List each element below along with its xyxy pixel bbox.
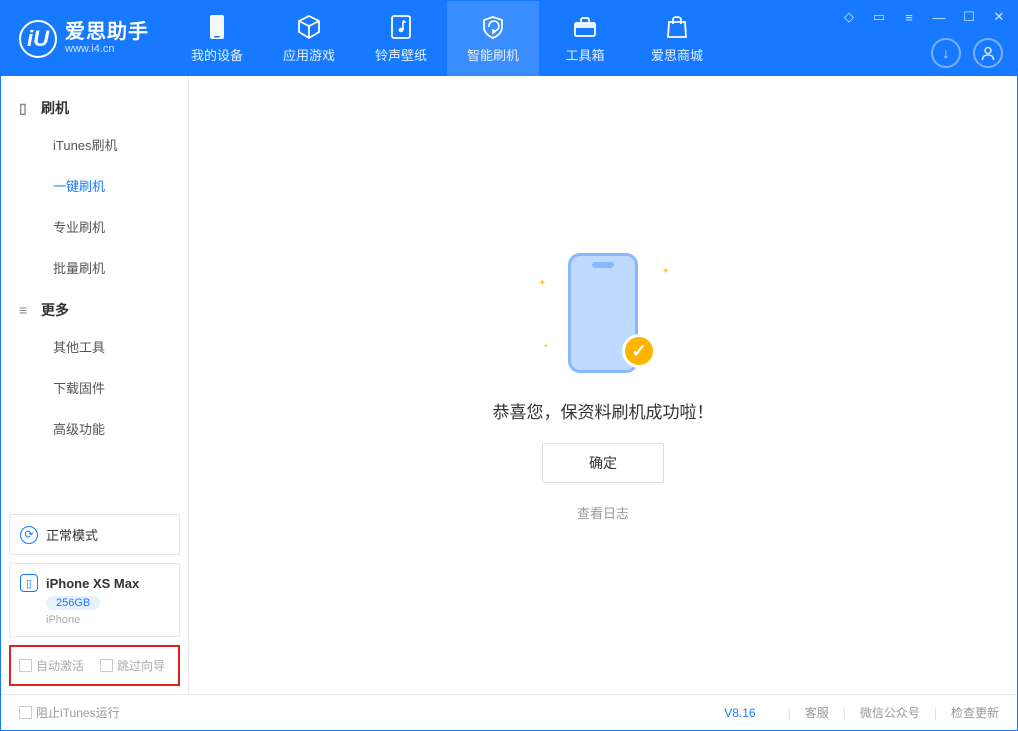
tab-label: 智能刷机	[467, 45, 519, 64]
body: ▯ 刷机 iTunes刷机 一键刷机 专业刷机 批量刷机 ≡ 更多 其他工具 下…	[1, 76, 1017, 694]
device-type: iPhone	[46, 614, 169, 626]
success-message: 恭喜您，保资料刷机成功啦！	[493, 398, 714, 423]
main-tabs: 我的设备 应用游戏 铃声壁纸 智能刷机 工具箱 爱思商城	[171, 1, 723, 76]
music-icon	[389, 13, 413, 41]
app-window: iU 爱思助手 www.i4.cn 我的设备 应用游戏 铃声壁纸 智能刷机	[0, 0, 1018, 731]
checkbox-label: 自动激活	[36, 657, 84, 674]
user-icon[interactable]	[973, 38, 1003, 68]
footer-link-update[interactable]: 检查更新	[951, 704, 999, 721]
view-log-link[interactable]: 查看日志	[577, 503, 629, 522]
cube-icon	[296, 13, 322, 41]
tab-label: 铃声壁纸	[375, 45, 427, 64]
separator: |	[788, 706, 791, 720]
logo-icon: iU	[19, 20, 57, 58]
menu-icon[interactable]: ≡	[899, 7, 919, 27]
sidebar-group-more: ≡ 更多	[1, 288, 188, 326]
tab-ringtones[interactable]: 铃声壁纸	[355, 1, 447, 76]
checkbox-icon	[100, 659, 113, 672]
mode-card[interactable]: ⟳ 正常模式	[9, 514, 180, 555]
sidebar-group-flash: ▯ 刷机	[1, 86, 188, 124]
app-url: www.i4.cn	[65, 44, 149, 55]
logo-text: 爱思助手 www.i4.cn	[65, 22, 149, 55]
tab-label: 工具箱	[565, 45, 604, 64]
footer-link-wechat[interactable]: 微信公众号	[860, 704, 920, 721]
tab-label: 应用游戏	[283, 45, 335, 64]
success-illustration: ✦ ✦ • ✓	[558, 248, 648, 378]
check-icon: ✓	[622, 334, 656, 368]
highlight-box: 自动激活 跳过向导	[9, 645, 180, 686]
tab-label: 我的设备	[191, 45, 243, 64]
mode-label: 正常模式	[46, 525, 98, 544]
checkbox-auto-activate[interactable]: 自动激活	[19, 657, 84, 674]
sidebar-item-oneclick-flash[interactable]: 一键刷机	[1, 165, 188, 206]
mode-icon: ⟳	[20, 526, 38, 544]
sidebar-item-advanced[interactable]: 高级功能	[1, 408, 188, 449]
tab-apps-games[interactable]: 应用游戏	[263, 1, 355, 76]
toolbox-icon	[572, 13, 598, 41]
download-icon[interactable]: ↓	[931, 38, 961, 68]
logo: iU 爱思助手 www.i4.cn	[1, 1, 171, 76]
tab-my-device[interactable]: 我的设备	[171, 1, 263, 76]
checkbox-skip-guide[interactable]: 跳过向导	[100, 657, 165, 674]
sidebar-scroll: ▯ 刷机 iTunes刷机 一键刷机 专业刷机 批量刷机 ≡ 更多 其他工具 下…	[1, 76, 188, 506]
device-card[interactable]: ▯ iPhone XS Max 256GB iPhone	[9, 563, 180, 637]
list-icon: ≡	[19, 302, 33, 318]
device-icon: ▯	[19, 100, 33, 117]
header-actions: ↓	[931, 38, 1003, 68]
sparkle-icon: •	[544, 341, 548, 352]
sidebar-item-itunes-flash[interactable]: iTunes刷机	[1, 124, 188, 165]
app-name: 爱思助手	[65, 22, 149, 42]
separator: |	[934, 706, 937, 720]
main-content: ✦ ✦ • ✓ 恭喜您，保资料刷机成功啦！ 确定 查看日志	[189, 76, 1017, 694]
sidebar-item-batch-flash[interactable]: 批量刷机	[1, 247, 188, 288]
sidebar-cards: ⟳ 正常模式 ▯ iPhone XS Max 256GB iPhone 自动激活	[1, 506, 188, 694]
checkbox-stop-itunes[interactable]: 阻止iTunes运行	[19, 704, 120, 721]
device-name: iPhone XS Max	[46, 576, 139, 591]
checkbox-icon	[19, 706, 32, 719]
footer-link-support[interactable]: 客服	[805, 704, 829, 721]
ok-button[interactable]: 确定	[542, 443, 664, 483]
tab-label: 爱思商城	[651, 45, 703, 64]
feedback-icon[interactable]: ▭	[869, 7, 889, 27]
group-title: 更多	[41, 300, 69, 320]
window-controls: ◇ ▭ ≡ — ☐ ✕	[839, 7, 1009, 27]
sidebar: ▯ 刷机 iTunes刷机 一键刷机 专业刷机 批量刷机 ≡ 更多 其他工具 下…	[1, 76, 189, 694]
device-icon: ▯	[20, 574, 38, 592]
sparkle-icon: ✦	[662, 266, 670, 277]
skin-icon[interactable]: ◇	[839, 7, 859, 27]
group-title: 刷机	[41, 98, 69, 118]
sidebar-item-download-firmware[interactable]: 下载固件	[1, 367, 188, 408]
bag-icon	[665, 13, 689, 41]
phone-icon	[206, 13, 228, 41]
checkbox-label: 跳过向导	[117, 657, 165, 674]
tab-toolbox[interactable]: 工具箱	[539, 1, 631, 76]
footer: 阻止iTunes运行 V8.16 | 客服 | 微信公众号 | 检查更新	[1, 694, 1017, 730]
sidebar-item-pro-flash[interactable]: 专业刷机	[1, 206, 188, 247]
version-label: V8.16	[724, 706, 755, 720]
close-icon[interactable]: ✕	[989, 7, 1009, 27]
shield-icon	[480, 13, 506, 41]
minimize-icon[interactable]: —	[929, 7, 949, 27]
checkbox-icon	[19, 659, 32, 672]
sparkle-icon: ✦	[538, 278, 546, 289]
tab-store[interactable]: 爱思商城	[631, 1, 723, 76]
titlebar: iU 爱思助手 www.i4.cn 我的设备 应用游戏 铃声壁纸 智能刷机	[1, 1, 1017, 76]
sidebar-item-other-tools[interactable]: 其他工具	[1, 326, 188, 367]
storage-badge: 256GB	[46, 596, 100, 610]
separator: |	[843, 706, 846, 720]
checkbox-label: 阻止iTunes运行	[36, 704, 120, 721]
maximize-icon[interactable]: ☐	[959, 7, 979, 27]
tab-smart-flash[interactable]: 智能刷机	[447, 1, 539, 76]
